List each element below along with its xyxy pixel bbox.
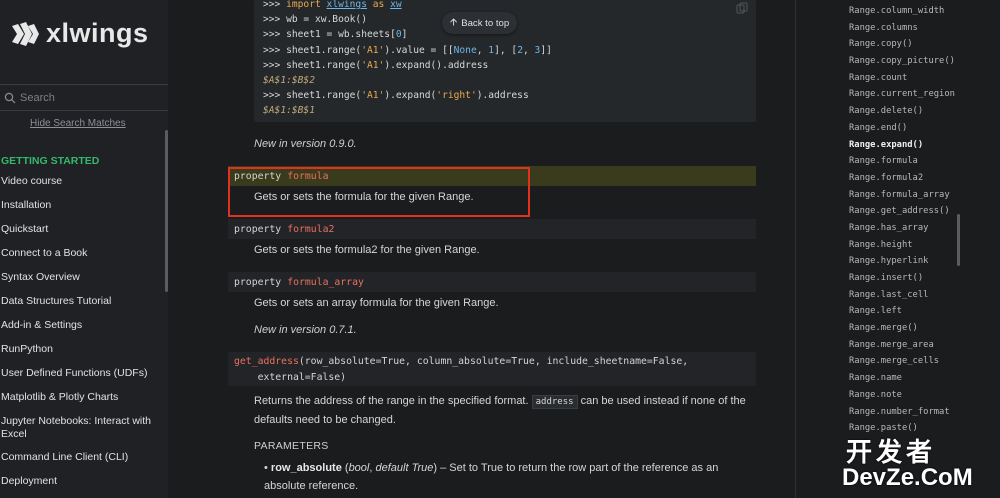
toc-item[interactable]: Range.merge() <box>849 323 961 340</box>
toc-item[interactable]: Range.copy_picture() <box>849 56 961 73</box>
brand-logo[interactable]: xlwings <box>10 18 149 49</box>
toc-item[interactable]: Range.last_cell <box>849 290 961 307</box>
hide-search-matches-link[interactable]: Hide Search Matches <box>30 118 126 129</box>
toc-item[interactable]: Range.height <box>849 240 961 257</box>
toc-item[interactable]: Range.number_format <box>849 407 961 424</box>
property-name[interactable]: formula2 <box>287 224 334 235</box>
toc-item[interactable]: Range.name <box>849 373 961 390</box>
parameter-item: • row_absolute (bool, default True) – Se… <box>264 462 719 492</box>
toc-item[interactable]: Range.merge_area <box>849 340 961 357</box>
method-get-address: get_address(row_absolute=True, column_ab… <box>228 352 756 386</box>
search-icon <box>4 92 16 103</box>
toc-divider <box>795 0 796 498</box>
sidebar-item-jupyter-notebooks[interactable]: Jupyter Notebooks: Interact with Excel <box>1 409 166 445</box>
brand-name: xlwings <box>46 18 149 48</box>
sidebar-item-cli[interactable]: Command Line Client (CLI) <box>1 445 166 469</box>
sidebar-item-video-course[interactable]: Video course <box>1 169 166 193</box>
sidebar-nav: GETTING STARTED Video course Installatio… <box>1 152 166 493</box>
toc-item[interactable]: Range.hyperlink <box>849 256 961 273</box>
sidebar-item-quickstart[interactable]: Quickstart <box>1 217 166 241</box>
sidebar-item-udfs[interactable]: User Defined Functions (UDFs) <box>1 361 166 385</box>
toc-item[interactable]: Range.merge_cells <box>849 356 961 373</box>
toc-item[interactable]: Range.note <box>849 390 961 407</box>
toc-scrollbar[interactable] <box>957 214 960 266</box>
toc-item[interactable]: Range.formula <box>849 156 961 173</box>
property-description: Gets or sets an array formula for the gi… <box>254 297 499 309</box>
watermark: 开发者 DevZe.CoM <box>842 432 992 494</box>
highlight-box <box>228 167 530 217</box>
watermark-line-2: DevZe.CoM <box>842 464 973 491</box>
back-to-top-label: Back to top <box>461 17 510 29</box>
sidebar-item-matplotlib-plotly[interactable]: Matplotlib & Plotly Charts <box>1 385 166 409</box>
table-of-contents: Range.column_width Range.columns Range.cop… <box>849 6 961 440</box>
toc-item[interactable]: Range.left <box>849 306 961 323</box>
sidebar-scrollbar[interactable] <box>165 130 168 292</box>
toc-item[interactable]: Range.formula2 <box>849 173 961 190</box>
toc-item[interactable]: Range.columns <box>849 23 961 40</box>
method-name[interactable]: get_address <box>234 356 299 367</box>
toc-item[interactable]: Range.formula_array <box>849 190 961 207</box>
inline-code-address: address <box>531 395 578 409</box>
property-keyword: property <box>234 276 282 288</box>
property-keyword: property <box>234 223 282 235</box>
sidebar-item-connect-to-a-book[interactable]: Connect to a Book <box>1 241 166 265</box>
sidebar-item-deployment[interactable]: Deployment <box>1 469 166 493</box>
back-to-top-button[interactable]: 🡩 Back to top <box>442 12 518 34</box>
toc-item[interactable]: Range.has_array <box>849 223 961 240</box>
version-note: New in version 0.7.1. <box>254 324 357 336</box>
arrow-up-icon: 🡩 <box>450 16 458 28</box>
toc-item[interactable]: Range.get_address() <box>849 206 961 223</box>
search-box[interactable] <box>0 84 168 111</box>
property-description: Gets or sets the formula2 for the given … <box>254 244 480 256</box>
search-input[interactable] <box>20 91 160 104</box>
nav-caption-getting-started: GETTING STARTED <box>1 155 100 167</box>
xlwings-logo-icon <box>12 21 39 46</box>
version-note: New in version 0.9.0. <box>254 138 357 150</box>
toc-item[interactable]: Range.copy() <box>849 39 961 56</box>
property-formula2: property formula2 <box>228 219 756 239</box>
property-formula-array: property formula_array <box>228 272 756 292</box>
toc-item[interactable]: Range.column_width <box>849 6 961 23</box>
toc-item[interactable]: Range.expand() <box>849 140 961 157</box>
toc-item[interactable]: Range.current_region <box>849 89 961 106</box>
sidebar-item-data-structures-tutorial[interactable]: Data Structures Tutorial <box>1 289 166 313</box>
toc-item[interactable]: Range.count <box>849 73 961 90</box>
parameters-heading: PARAMETERS <box>254 440 329 452</box>
toc-item[interactable]: Range.end() <box>849 123 961 140</box>
method-description: Returns the address of the range in the … <box>254 395 746 426</box>
toc-item[interactable]: Range.delete() <box>849 106 961 123</box>
sidebar-item-installation[interactable]: Installation <box>1 193 166 217</box>
sidebar-item-runpython[interactable]: RunPython <box>1 337 166 361</box>
sidebar-item-add-in-settings[interactable]: Add-in & Settings <box>1 313 166 337</box>
sidebar-item-syntax-overview[interactable]: Syntax Overview <box>1 265 166 289</box>
toc-item[interactable]: Range.insert() <box>849 273 961 290</box>
copy-icon[interactable] <box>736 2 748 14</box>
method-signature: get_address(row_absolute=True, column_ab… <box>234 356 689 383</box>
property-name[interactable]: formula_array <box>287 277 364 288</box>
sidebar: xlwings Hide Search Matches GETTING STAR… <box>0 0 168 498</box>
main-content: >>> import xlwings as xw >>> wb = xw.Boo… <box>170 0 795 498</box>
